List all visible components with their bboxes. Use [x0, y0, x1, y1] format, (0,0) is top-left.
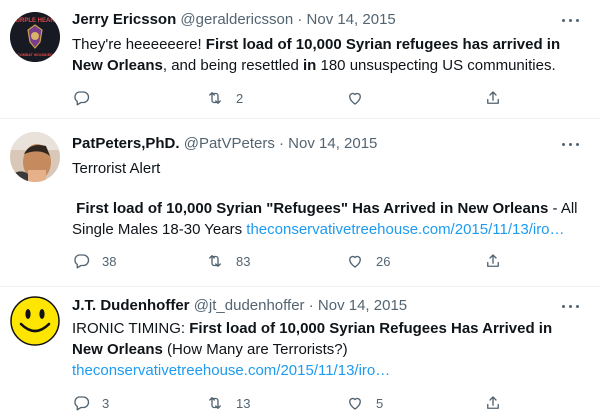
user-handle[interactable]: @jt_dudenhoffer: [194, 297, 305, 314]
article-link[interactable]: theconservativetreehouse.com/2015/11/13/…: [72, 362, 390, 379]
share-icon: [487, 91, 499, 104]
share-button[interactable]: [484, 87, 502, 109]
tweet-text-line: Terrorist Alert: [72, 160, 161, 177]
tweet-text: Terrorist Alert: [72, 158, 578, 179]
avatar-text: PURPLE HEART: [12, 18, 59, 24]
tweet-date[interactable]: Nov 14, 2015: [288, 135, 377, 152]
heart-icon: [349, 92, 361, 105]
retweet-count: 2: [236, 90, 244, 106]
avatar[interactable]: [10, 296, 60, 346]
retweet-icon: [209, 255, 221, 267]
tweet-text: They're heeeeeere! First load of 10,000 …: [72, 34, 578, 76]
tweet-text-suffix: (How Many are Terrorists?): [162, 341, 348, 358]
reply-button[interactable]: [72, 87, 102, 109]
like-count: 26: [376, 253, 391, 269]
reply-icon: [74, 91, 90, 106]
retweet-icon: [209, 397, 221, 409]
share-button[interactable]: [484, 250, 502, 272]
share-button[interactable]: [484, 392, 502, 414]
tweet-header: Jerry Ericsson @geraldericsson · Nov 14,…: [72, 10, 396, 30]
more-icon[interactable]: [560, 134, 582, 154]
tweet-2[interactable]: PatPeters,PhD. @PatVPeters · Nov 14, 201…: [0, 118, 600, 287]
more-icon[interactable]: [560, 10, 582, 30]
display-name[interactable]: Jerry Ericsson: [72, 11, 176, 28]
more-icon[interactable]: [560, 296, 582, 316]
purple-heart-medal-icon: PURPLE HEART COMBAT WOUNDED: [10, 12, 60, 62]
share-icon: [487, 396, 499, 409]
user-handle[interactable]: @PatVPeters: [184, 135, 275, 152]
tweet-text-part: , and being resettled: [162, 57, 303, 74]
tweet-1[interactable]: PURPLE HEART COMBAT WOUNDED Jerry Ericss…: [0, 0, 600, 119]
separator-dot: ·: [297, 11, 303, 28]
share-icon: [487, 254, 499, 267]
user-photo-icon: [10, 132, 60, 182]
like-button[interactable]: 26: [346, 250, 390, 272]
retweet-button[interactable]: 13: [206, 392, 250, 414]
article-link[interactable]: theconservativetreehouse.com/2015/11/13/…: [246, 221, 564, 238]
user-handle[interactable]: @geraldericsson: [180, 11, 293, 28]
reply-icon: [74, 396, 90, 411]
link-card-text: First load of 10,000 Syrian "Refugees" H…: [72, 198, 578, 240]
tweet-actions: 2: [72, 87, 512, 109]
like-button[interactable]: [346, 87, 376, 109]
tweet-text-bold: in: [302, 57, 317, 74]
tweet-actions: 38 83 26: [72, 250, 512, 272]
avatar[interactable]: PURPLE HEART COMBAT WOUNDED: [10, 12, 60, 62]
tweet-actions: 3 13 5: [72, 392, 512, 414]
tweet-header: PatPeters,PhD. @PatVPeters · Nov 14, 201…: [72, 134, 377, 154]
tweet-text-part: They're heeeeeere!: [72, 36, 206, 53]
avatar[interactable]: [10, 132, 60, 182]
reply-count: 3: [102, 395, 110, 411]
reply-icon: [74, 254, 90, 269]
display-name[interactable]: PatPeters,PhD.: [72, 135, 180, 152]
tweet-text-prefix: IRONIC TIMING:: [72, 320, 190, 337]
retweet-count: 13: [236, 395, 251, 411]
reply-button[interactable]: 38: [72, 250, 116, 272]
smiley-face-icon: [10, 296, 60, 346]
separator-dot: ·: [308, 297, 314, 314]
avatar-subtext: COMBAT WOUNDED: [17, 53, 53, 57]
reply-button[interactable]: 3: [72, 392, 109, 414]
like-count: 5: [376, 395, 384, 411]
retweet-count: 83: [236, 253, 251, 269]
heart-icon: [349, 397, 361, 410]
retweet-icon: [209, 92, 221, 104]
retweet-button[interactable]: 2: [206, 87, 243, 109]
tweet-date[interactable]: Nov 14, 2015: [318, 297, 407, 314]
tweet-header: J.T. Dudenhoffer @jt_dudenhoffer · Nov 1…: [72, 296, 407, 316]
reply-count: 38: [102, 253, 117, 269]
retweet-button[interactable]: 83: [206, 250, 250, 272]
like-button[interactable]: 5: [346, 392, 383, 414]
heart-icon: [349, 255, 361, 268]
separator-dot: ·: [279, 135, 284, 152]
display-name[interactable]: J.T. Dudenhoffer: [72, 297, 190, 314]
tweet-text: IRONIC TIMING: First load of 10,000 Syri…: [72, 318, 578, 381]
tweet-text-part: 180 unsuspecting US communities.: [316, 57, 556, 74]
headline: First load of 10,000 Syrian "Refugees" H…: [76, 200, 549, 217]
tweet-3[interactable]: J.T. Dudenhoffer @jt_dudenhoffer · Nov 1…: [0, 286, 600, 420]
tweet-date[interactable]: Nov 14, 2015: [307, 11, 396, 28]
